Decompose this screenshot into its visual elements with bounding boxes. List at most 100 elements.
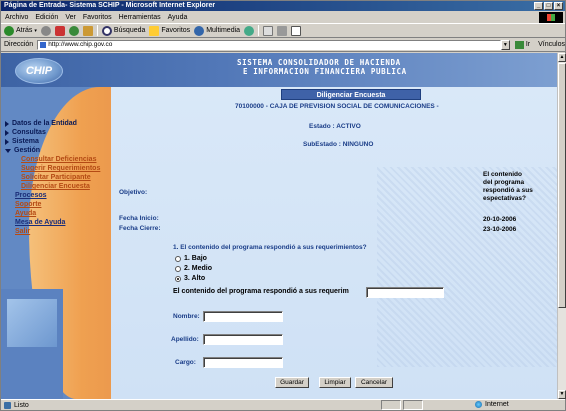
refresh-icon[interactable] [68,25,79,36]
chip-logo[interactable]: CHIP [15,58,63,84]
radio-medio[interactable] [175,266,181,272]
sidebar-link-salir[interactable]: Salir [5,227,100,236]
fecha-inicio-value: 20-10-2006 [483,216,517,223]
edit-icon[interactable] [291,25,302,36]
links-button[interactable]: Vínculos [538,41,565,48]
menu-favoritos[interactable]: Favoritos [83,14,112,21]
page-status-icon [4,401,11,409]
options-group: 1. Bajo 2. Medio 3. Alto [175,254,212,284]
favorites-button[interactable]: Favoritos [149,25,190,36]
close-button[interactable]: × [554,2,563,10]
window-title: Página de Entrada- Sistema SCHIP - Micro… [4,2,216,9]
main-panel: Diligenciar Encuesta 70100000 - CAJA DE … [111,87,557,399]
minimize-button[interactable]: _ [534,2,543,10]
sidebar-item-sistema[interactable]: Sistema [5,137,100,146]
sidebar-sub-diligenciar-encuesta[interactable]: Diligenciar Encuesta [5,182,100,191]
maximize-button[interactable]: □ [544,2,553,10]
zone-text: Internet [485,401,509,408]
option-bajo[interactable]: 1. Bajo [175,254,212,264]
sidebar-sub-consultar-deficiencias[interactable]: Consultar Deficiencias [5,155,100,164]
sidebar-square-decoration [7,299,57,347]
favorites-icon [149,25,160,36]
chevron-right-icon [5,120,9,127]
chevron-right-icon [5,129,9,136]
chevron-right-icon [5,138,9,145]
menu-ver[interactable]: Ver [65,14,76,21]
sidebar-link-procesos[interactable]: Procesos [5,191,100,200]
cancelar-button[interactable]: Cancelar [355,377,393,388]
title-bar: Página de Entrada- Sistema SCHIP - Micro… [1,1,565,11]
go-button[interactable]: Ir [514,40,530,49]
guardar-button[interactable]: Guardar [275,377,309,388]
address-dropdown-button[interactable]: ▼ [500,39,510,50]
address-bar: Dirección http://www.chip.gov.co ▼ Ir Ví… [1,38,565,52]
windows-logo-icon [539,12,563,23]
sidebar-item-consultas[interactable]: Consultas [5,128,100,137]
entity-name: 70100000 - CAJA DE PREVISION SOCIAL DE C… [235,103,439,110]
address-label: Dirección [4,41,34,48]
tab-diligenciar-encuesta[interactable]: Diligenciar Encuesta [281,89,421,100]
cargo-input[interactable] [203,357,283,368]
mail-icon[interactable] [263,25,274,36]
option-alto[interactable]: 3. Alto [175,274,212,284]
fecha-cierre-label: Fecha Cierre: [119,225,161,232]
home-icon[interactable] [82,25,93,36]
sidebar-link-mesa-ayuda[interactable]: Mesa de Ayuda [5,218,100,227]
back-arrow-icon [4,25,14,36]
multimedia-button[interactable]: Multimedia [194,25,240,36]
fecha-cierre-value: 23-10-2006 [483,226,517,233]
scroll-up-icon[interactable]: ▲ [558,53,566,62]
nombre-label: Nombre: [173,313,200,320]
menu-herramientas[interactable]: Herramientas [119,14,161,21]
status-bar: Listo Internet [1,399,565,410]
chevron-down-icon [5,148,11,153]
go-arrow-icon [514,40,524,49]
vertical-scrollbar[interactable]: ▲ ▼ [557,53,566,399]
apellido-input[interactable] [203,334,283,345]
limpiar-button[interactable]: Limpiar [319,377,351,388]
radio-alto[interactable] [175,276,181,282]
multimedia-icon [194,25,205,36]
scroll-thumb[interactable] [558,63,566,308]
page-content: CHIP SISTEMA CONSOLIDADOR DE HACIENDA E … [1,53,557,399]
radio-bajo[interactable] [175,256,181,262]
back-button[interactable]: Atrás ▾ [4,25,37,36]
search-icon [101,25,112,36]
option-medio[interactable]: 2. Medio [175,264,212,274]
security-zone: Internet [475,401,509,408]
objetivo-label: Objetivo: [119,189,148,196]
header-banner: CHIP SISTEMA CONSOLIDADOR DE HACIENDA E … [1,53,557,87]
menu-ayuda[interactable]: Ayuda [168,14,188,21]
forward-arrow-icon [40,25,51,36]
globe-icon [475,401,482,408]
menu-bar: Archivo Edición Ver Favoritos Herramient… [1,11,565,23]
toolbar: Atrás ▾ Búsqueda Favoritos Multimedia [1,23,565,38]
sidebar-sub-sugerir-requerimientos[interactable]: Sugerir Requerimientos [5,164,100,173]
stop-icon[interactable] [54,25,65,36]
question-full-label: El contenido del programa respondió a su… [173,288,349,295]
menu-archivo[interactable]: Archivo [5,14,28,21]
nombre-input[interactable] [203,311,283,322]
sidebar-item-datos-entidad[interactable]: Datos de la Entidad [5,119,100,128]
search-button[interactable]: Búsqueda [101,25,145,36]
sidebar-nav: Datos de la Entidad Consultas Sistema Ge… [5,119,100,236]
estado-text: Estado : ACTIVO [309,123,361,130]
status-text: Listo [14,401,29,409]
answer-input[interactable] [366,287,444,298]
sidebar-link-soporte[interactable]: Soporte [5,200,100,209]
sidebar-item-gestion[interactable]: Gestión [5,146,100,155]
page-icon [40,41,47,48]
forward-button[interactable] [40,25,51,36]
apellido-label: Apellido: [171,336,199,343]
menu-edicion[interactable]: Edición [35,14,58,21]
subestado-text: SubEstado : NINGUNO [303,141,374,148]
history-icon[interactable] [244,25,255,36]
print-icon[interactable] [277,25,288,36]
address-input[interactable]: http://www.chip.gov.co [37,39,501,50]
sidebar-link-ayuda[interactable]: Ayuda [5,209,100,218]
browser-window: Página de Entrada- Sistema SCHIP - Micro… [0,0,566,411]
objetivo-value: El contenido del programa respondió a su… [483,171,533,202]
scroll-down-icon[interactable]: ▼ [558,390,566,399]
fecha-inicio-label: Fecha Inicio: [119,215,159,222]
sidebar-sub-solicitar-participante[interactable]: Solicitar Participante [5,173,100,182]
